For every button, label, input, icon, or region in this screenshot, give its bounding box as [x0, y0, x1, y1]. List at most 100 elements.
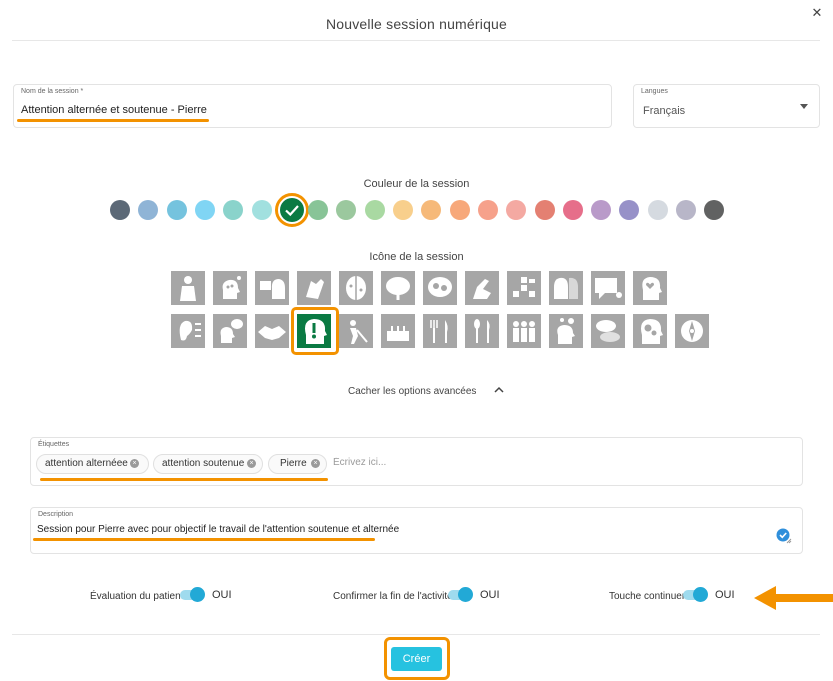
color-swatch[interactable]: [364, 200, 385, 220]
color-swatch[interactable]: [393, 200, 413, 220]
arrow-left-icon: [754, 586, 833, 610]
icon-tile[interactable]: [465, 271, 499, 305]
color-swatch-selected[interactable]: [274, 193, 309, 227]
close-icon[interactable]: ✕: [810, 6, 824, 20]
icon-tile[interactable]: [171, 271, 205, 305]
icon-section-caption: Icône de la session: [369, 251, 464, 263]
language-label: Langues: [641, 88, 668, 95]
icon-tile[interactable]: [465, 314, 499, 348]
tag-chip-label: attention soutenue: [162, 458, 245, 469]
remove-tag-icon[interactable]: ×: [311, 459, 320, 468]
dialog-bubbles-icon: [596, 320, 620, 342]
tag-chip: attention alternéee ×: [36, 454, 149, 474]
color-swatch[interactable]: [138, 200, 159, 220]
icon-tile[interactable]: [507, 314, 541, 348]
icon-tile[interactable]: [213, 314, 247, 348]
session-name-value: Attention alternée et soutenue - Pierre: [21, 104, 207, 116]
grammar-check-icon[interactable]: [776, 528, 792, 544]
icon-tile[interactable]: [591, 314, 625, 348]
icon-tile[interactable]: [423, 271, 457, 305]
continue-key-label: Touche continuer: [609, 591, 686, 602]
continue-key-toggle[interactable]: [683, 587, 708, 602]
icon-tile[interactable]: [297, 271, 331, 305]
body-anatomy-icon: [180, 276, 196, 301]
description-field[interactable]: Description Session pour Pierre avec pou…: [30, 507, 803, 554]
icon-tile[interactable]: [171, 314, 205, 348]
icon-tile[interactable]: [381, 271, 415, 305]
color-swatch[interactable]: [534, 200, 555, 220]
tags-label: Étiquettes: [38, 441, 70, 448]
color-swatch[interactable]: [449, 200, 470, 220]
color-swatch[interactable]: [591, 200, 612, 220]
remove-tag-icon[interactable]: ×: [130, 459, 139, 468]
icon-tile[interactable]: [255, 314, 289, 348]
color-swatch[interactable]: [562, 200, 583, 220]
icon-tile[interactable]: [213, 271, 247, 305]
tag-chip: attention soutenue ×: [153, 454, 263, 474]
icon-tile[interactable]: [339, 314, 373, 348]
icon-tile[interactable]: [423, 314, 457, 348]
color-swatch[interactable]: [308, 200, 329, 220]
compass-icon: [681, 320, 703, 342]
description-value: Session pour Pierre avec pour objectif l…: [37, 524, 400, 535]
head-idea-icon: [557, 318, 575, 344]
advanced-options-toggle[interactable]: Cacher les options avancées: [348, 386, 476, 397]
color-swatch[interactable]: [251, 200, 272, 220]
color-section-caption: Couleur de la session: [363, 178, 470, 190]
selected-icon-ring: [291, 307, 339, 355]
hand-pointing-icon: [473, 279, 491, 299]
tag-input[interactable]: [333, 457, 453, 468]
continue-key-value: OUI: [715, 589, 735, 601]
description-highlight-underline: [33, 538, 375, 541]
patient-evaluation-value: OUI: [212, 589, 232, 601]
speaking-picture-icon: [260, 279, 285, 299]
head-bubble-icon: [220, 319, 243, 343]
head-dots-icon: [222, 276, 241, 299]
color-swatch[interactable]: [110, 200, 130, 220]
color-swatch[interactable]: [506, 200, 527, 220]
clapping-hands-icon: [306, 279, 324, 299]
color-swatch[interactable]: [336, 200, 357, 220]
icon-tile[interactable]: [255, 271, 289, 305]
language-value: Français: [643, 105, 686, 117]
icon-tile[interactable]: [339, 271, 373, 305]
session-name-label: Nom de la session *: [21, 88, 84, 95]
color-swatch[interactable]: [223, 200, 244, 220]
color-swatch[interactable]: [676, 200, 696, 220]
language-select[interactable]: Langues Français: [633, 84, 820, 128]
chevron-up-icon[interactable]: [494, 385, 504, 395]
tag-chip-label: attention alternéee: [45, 458, 128, 469]
color-swatch[interactable]: [477, 200, 498, 220]
tag-chip: Pierre ×: [268, 454, 327, 474]
icon-tile[interactable]: [675, 314, 709, 348]
color-swatch[interactable]: [619, 200, 640, 220]
blocks-puzzle-icon: [513, 277, 535, 297]
icon-tile[interactable]: [507, 271, 541, 305]
icon-tile[interactable]: [633, 314, 667, 348]
tag-chip-label: Pierre: [280, 458, 307, 469]
confirm-end-value: OUI: [480, 589, 500, 601]
check-icon: [278, 196, 306, 224]
icon-tile[interactable]: [381, 314, 415, 348]
person-shovel-icon: [350, 320, 368, 344]
color-swatch[interactable]: [166, 200, 187, 220]
icon-tile[interactable]: [633, 271, 667, 305]
name-highlight-underline: [17, 119, 209, 122]
confirm-end-toggle[interactable]: [448, 587, 473, 602]
color-swatch[interactable]: [421, 200, 442, 220]
head-gears-icon: [641, 319, 663, 344]
modal-title: Nouvelle session numérique: [325, 16, 508, 32]
icon-tile[interactable]: [549, 314, 583, 348]
two-heads-icon: [554, 277, 578, 299]
family-people-icon: [513, 321, 535, 342]
fork-knife-icon: [430, 320, 448, 343]
caret-down-icon: [800, 104, 808, 109]
color-swatch[interactable]: [704, 200, 725, 220]
icon-tile[interactable]: [591, 271, 625, 305]
color-swatch[interactable]: [647, 200, 668, 220]
icon-tile[interactable]: [549, 271, 583, 305]
remove-tag-icon[interactable]: ×: [247, 459, 256, 468]
create-button[interactable]: Créer: [391, 647, 442, 671]
patient-evaluation-toggle[interactable]: [180, 587, 205, 602]
color-swatch[interactable]: [194, 200, 215, 220]
